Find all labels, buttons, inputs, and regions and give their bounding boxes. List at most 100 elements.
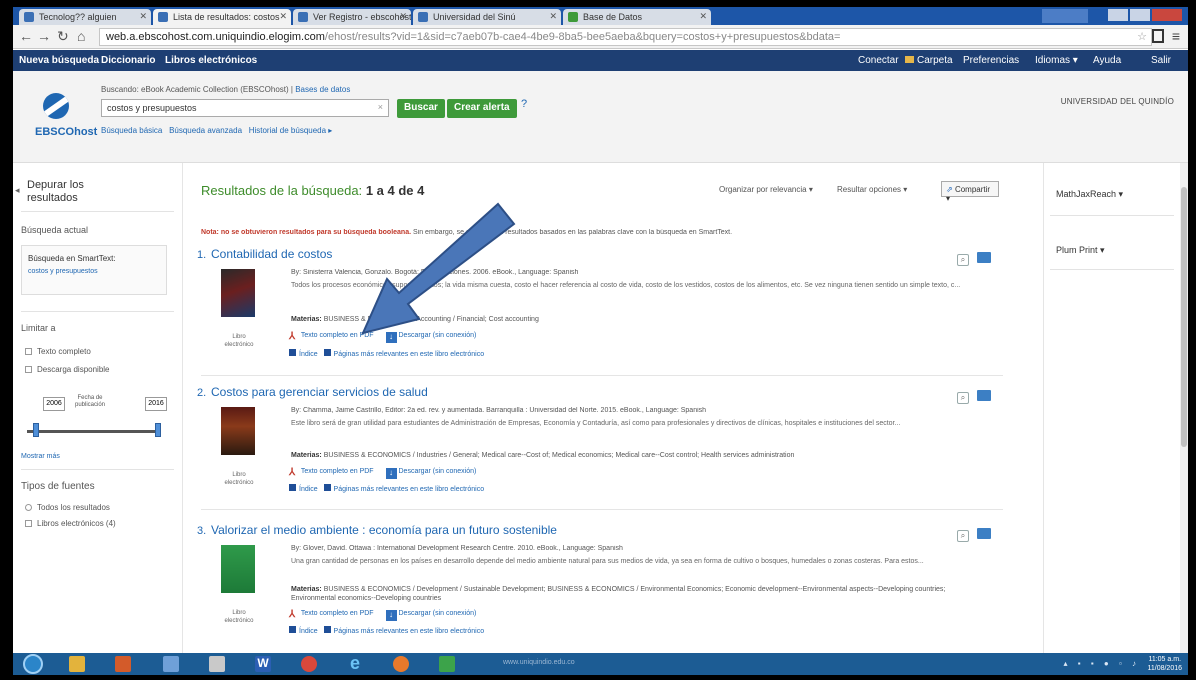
app-icon-green[interactable]: [439, 656, 455, 672]
databases-link[interactable]: Bases de datos: [295, 85, 350, 94]
relevant-pages-link[interactable]: Páginas más relevantes en este libro ele…: [334, 351, 485, 358]
toolbar-help[interactable]: Ayuda: [1093, 55, 1121, 66]
bookmark-star-icon[interactable]: ☆: [1137, 30, 1147, 43]
download-icon: ↓: [385, 610, 397, 621]
browser-tab-active[interactable]: Lista de resultados: costos ✕: [153, 9, 291, 25]
profile-icon[interactable]: [1042, 9, 1088, 23]
minimize-icon[interactable]: [1108, 9, 1128, 21]
smarttext-link[interactable]: costos y presupuestos: [28, 268, 98, 275]
result-title-link[interactable]: Contabilidad de costos: [211, 247, 332, 261]
current-search-heading[interactable]: Búsqueda actual: [21, 225, 88, 235]
toolbar-preferences[interactable]: Preferencias: [963, 55, 1019, 66]
toolbar-languages[interactable]: Idiomas ▾: [1035, 55, 1078, 66]
page-options-dropdown[interactable]: Resultar opciones ▾: [837, 185, 907, 194]
close-window-icon[interactable]: [1152, 9, 1182, 21]
book-cover-image[interactable]: [221, 545, 255, 593]
slider-handle-min[interactable]: [33, 423, 39, 437]
limit-to-heading[interactable]: Limitar a: [21, 323, 56, 333]
year-from-input[interactable]: 2006: [43, 397, 65, 411]
book-cover-image[interactable]: [221, 269, 255, 317]
source-types-heading[interactable]: Tipos de fuentes: [21, 481, 95, 492]
search-history-link[interactable]: Historial de búsqueda: [249, 126, 326, 135]
pdf-fulltext-link[interactable]: Texto completo en PDF: [301, 468, 374, 475]
add-to-folder-icon[interactable]: [977, 528, 991, 539]
browser-tab[interactable]: Ver Registro - ebscohost ✕: [293, 9, 411, 25]
mathjax-widget[interactable]: MathJaxReach ▾: [1056, 189, 1123, 200]
divider: [201, 375, 1003, 376]
system-tray-icons[interactable]: ▴ ▪ ▪ ● ▫ ♪: [1064, 659, 1140, 668]
collapse-left-icon[interactable]: ◂: [15, 185, 20, 196]
preview-icon[interactable]: ⌕: [957, 392, 969, 404]
add-to-folder-icon[interactable]: [977, 390, 991, 401]
book-cover-image[interactable]: [221, 407, 255, 455]
close-icon[interactable]: ✕: [399, 11, 407, 22]
reload-icon[interactable]: ↻: [57, 28, 69, 45]
close-icon[interactable]: ✕: [699, 11, 707, 22]
start-button-icon[interactable]: [23, 654, 43, 674]
word-icon[interactable]: W: [255, 656, 271, 672]
pubdate-slider[interactable]: [27, 430, 161, 433]
url-input[interactable]: web.a.ebscohost.com.uniquindio.elogim.co…: [99, 28, 1152, 46]
extension-icon[interactable]: [1152, 29, 1164, 43]
index-link[interactable]: Índice: [299, 351, 318, 358]
download-offline-link[interactable]: Descargar (sin conexión): [399, 332, 477, 339]
add-to-folder-icon[interactable]: [977, 252, 991, 263]
preview-icon[interactable]: ⌕: [957, 530, 969, 542]
pdf-fulltext-link[interactable]: Texto completo en PDF: [301, 332, 374, 339]
download-offline-link[interactable]: Descargar (sin conexión): [399, 610, 477, 617]
maximize-icon[interactable]: [1130, 9, 1150, 21]
search-button[interactable]: Buscar: [397, 99, 445, 118]
browser-menu-icon[interactable]: ≡: [1172, 28, 1180, 44]
all-results-radio[interactable]: Todos los resultados: [25, 503, 110, 512]
share-button[interactable]: ⇗ Compartir ▾: [941, 181, 999, 203]
download-checkbox[interactable]: Descarga disponible: [25, 365, 110, 374]
firefox-icon[interactable]: [393, 656, 409, 672]
basic-search-link[interactable]: Búsqueda básica: [101, 126, 162, 135]
browser-tab[interactable]: Universidad del Sinú ✕: [413, 9, 561, 25]
download-offline-link[interactable]: Descargar (sin conexión): [399, 468, 477, 475]
sort-dropdown[interactable]: Organizar por relevancia ▾: [719, 185, 813, 194]
show-more-link[interactable]: Mostrar más: [21, 453, 60, 460]
slider-handle-max[interactable]: [155, 423, 161, 437]
home-icon[interactable]: ⌂: [77, 28, 85, 44]
toolbar-ebooks[interactable]: Libros electrónicos: [165, 55, 257, 66]
result-title-link[interactable]: Valorizar el medio ambiente : economía p…: [211, 523, 557, 537]
advanced-search-link[interactable]: Búsqueda avanzada: [169, 126, 242, 135]
forward-icon[interactable]: →: [37, 28, 51, 44]
close-icon[interactable]: ✕: [279, 11, 287, 22]
chrome-icon[interactable]: [301, 656, 317, 672]
index-link[interactable]: Índice: [299, 486, 318, 493]
share-label: Compartir: [954, 185, 991, 194]
browser-tab[interactable]: Base de Datos ✕: [563, 9, 711, 25]
pdf-fulltext-link[interactable]: Texto completo en PDF: [301, 610, 374, 617]
browser-tab[interactable]: Tecnolog?? alguien ✕: [19, 9, 151, 25]
relevant-pages-link[interactable]: Páginas más relevantes en este libro ele…: [334, 628, 485, 635]
index-link[interactable]: Índice: [299, 628, 318, 635]
close-icon[interactable]: ✕: [549, 11, 557, 22]
toolbar-sign-in[interactable]: Conectar: [858, 55, 899, 66]
preview-icon[interactable]: ⌕: [957, 254, 969, 266]
ebooks-checkbox[interactable]: Libros electrónicos (4): [25, 519, 116, 528]
toolbar-exit[interactable]: Salir: [1151, 55, 1171, 66]
help-icon[interactable]: ?: [521, 98, 527, 110]
media-player-icon[interactable]: [115, 656, 131, 672]
file-explorer-icon[interactable]: [69, 656, 85, 672]
fulltext-checkbox[interactable]: Texto completo: [25, 347, 91, 356]
result-title-link[interactable]: Costos para gerenciar servicios de salud: [211, 385, 428, 399]
create-alert-button[interactable]: Crear alerta: [447, 99, 517, 118]
internet-explorer-icon[interactable]: e: [347, 654, 363, 672]
toolbar-new-search[interactable]: Nueva búsqueda: [19, 55, 99, 66]
year-to-input[interactable]: 2016: [145, 397, 167, 411]
search-input[interactable]: costos y presupuestos ×: [101, 99, 389, 117]
toolbar-dictionary[interactable]: Diccionario: [101, 55, 155, 66]
toolbar-folder[interactable]: Carpeta: [905, 55, 953, 66]
plum-print-widget[interactable]: Plum Print ▾: [1056, 245, 1105, 256]
relevant-pages-link[interactable]: Páginas más relevantes en este libro ele…: [334, 486, 485, 493]
scrollbar-thumb[interactable]: [1181, 187, 1187, 447]
clear-icon[interactable]: ×: [378, 102, 383, 112]
back-icon[interactable]: ←: [19, 28, 33, 44]
system-clock[interactable]: 11:05 a.m. 11/08/2016: [1147, 655, 1182, 673]
app-icon[interactable]: [163, 656, 179, 672]
paint-icon[interactable]: [209, 656, 225, 672]
close-icon[interactable]: ✕: [139, 11, 147, 22]
